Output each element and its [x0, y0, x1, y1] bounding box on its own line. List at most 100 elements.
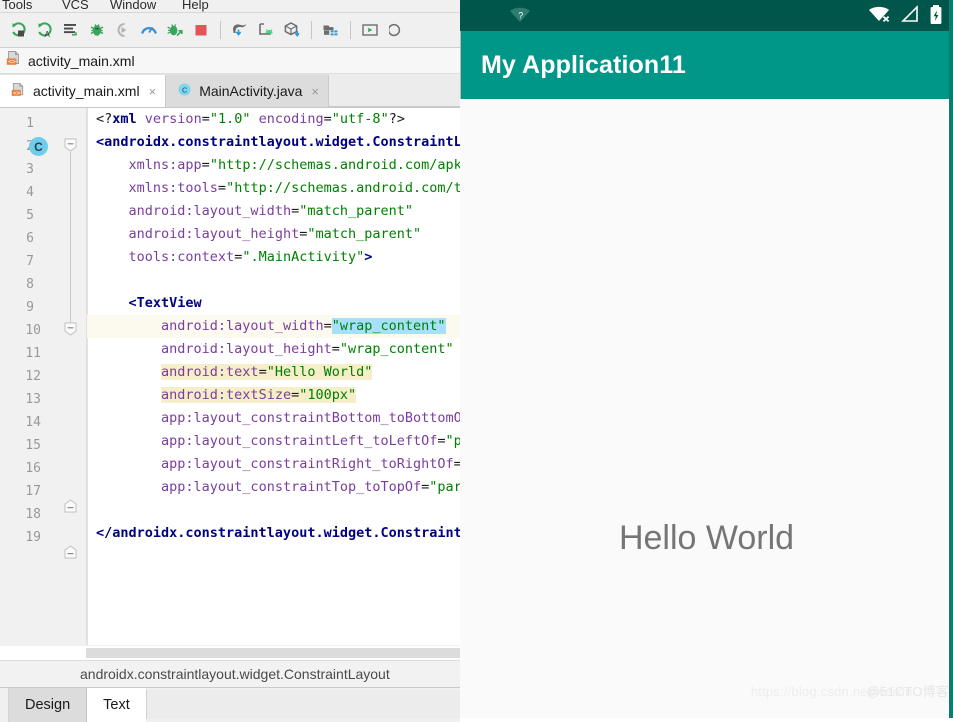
code-line[interactable]: app:layout_constraintLeft_toLeftOf="pare [87, 430, 460, 453]
run-with-coverage-button[interactable] [162, 17, 188, 43]
code-tokens: android:layout_height="match_parent" [129, 226, 422, 242]
java-class-icon: C [177, 82, 192, 100]
code-line[interactable] [87, 269, 460, 292]
code-line[interactable]: app:layout_constraintRight_toRightOf="pa [87, 453, 460, 476]
svg-text:<>: <> [13, 90, 21, 97]
code-token: = [201, 111, 210, 127]
code-token: version [144, 111, 202, 127]
hello-world-textview: Hello World [618, 519, 795, 557]
editor-tab-label: activity_main.xml [33, 83, 140, 99]
editor-gutter[interactable]: 1 2 3 4 5 6 7 8 9 10 11 12 13 14 15 16 1… [0, 108, 56, 645]
code-token: android:layout_height [161, 341, 332, 357]
fold-marker-line-17[interactable] [64, 499, 77, 513]
code-line[interactable]: app:layout_constraintBottom_toBottomOf=" [87, 407, 460, 430]
toolbar-separator-3 [350, 21, 351, 39]
line-number: 7 [26, 254, 34, 269]
code-token: encoding [258, 111, 324, 127]
svg-text:A: A [45, 30, 51, 39]
code-token: app:layout_constraintLeft_toLeftOf [161, 433, 438, 449]
menu-item-tools[interactable]: Tools [2, 0, 32, 11]
code-line[interactable]: </androidx.constraintlayout.widget.Const… [87, 522, 460, 545]
code-line[interactable]: <TextView [87, 292, 460, 315]
attach-debugger-button[interactable] [110, 17, 136, 43]
more-toolbar-button[interactable] [383, 17, 409, 43]
code-token: "wrap_content" [339, 341, 454, 357]
code-line[interactable]: android:layout_width="match_parent" [87, 200, 460, 223]
code-tokens: android:layout_width="match_parent" [129, 203, 414, 219]
fold-marker-line-2[interactable] [64, 138, 77, 152]
code-token: = [258, 364, 267, 380]
stop-button[interactable] [188, 17, 214, 43]
code-tokens: xmlns:tools="http://schemas.android.com/… [129, 180, 460, 196]
layout-inspector-button[interactable] [357, 17, 383, 43]
editor-tab-activity-main-xml[interactable]: <> activity_main.xml × [0, 75, 167, 107]
code-token: <TextView [128, 295, 202, 311]
editor-tab-bar: <> activity_main.xml × C MainActivity.ja… [0, 74, 460, 108]
sync-gradle-button[interactable] [227, 17, 253, 43]
editor-tab-mainactivity-java[interactable]: C MainActivity.java × [166, 75, 329, 107]
code-line[interactable]: <?xml version="1.0" encoding="utf-8"?> [87, 108, 460, 131]
line-number: 18 [25, 507, 41, 522]
run-button[interactable] [6, 17, 32, 43]
sdk-manager-button[interactable] [279, 17, 305, 43]
code-token: </androidx.constraintlayout.widget.Const… [96, 525, 460, 541]
close-icon[interactable]: × [311, 84, 319, 99]
project-structure-button[interactable] [318, 17, 344, 43]
svg-text:?: ? [518, 10, 523, 20]
profiler-button[interactable] [136, 17, 162, 43]
class-gutter-badge[interactable]: C [29, 137, 48, 156]
code-line[interactable]: xmlns:app="http://schemas.android.com/ap… [87, 154, 460, 177]
menu-item-window[interactable]: Window [110, 0, 156, 11]
editor-mode-tabs: Design Text [0, 687, 460, 722]
scrollbar-thumb[interactable] [86, 648, 460, 658]
avd-manager-button[interactable] [253, 17, 279, 43]
close-icon[interactable]: × [149, 84, 157, 99]
emulator-app-content[interactable]: Hello World https://blog.csdn.net/weixin… [460, 99, 953, 722]
code-token: "100px" [299, 387, 357, 403]
code-tokens: app:layout_constraintBottom_toBottomOf=" [161, 410, 460, 426]
line-number: 4 [26, 185, 34, 200]
tab-design[interactable]: Design [9, 688, 88, 722]
wifi-question-icon: ? [508, 5, 534, 30]
code-line[interactable]: android:text="Hello World" [87, 361, 460, 384]
line-number: 10 [25, 323, 41, 338]
code-line[interactable]: android:layout_height="wrap_content" [87, 338, 460, 361]
code-text-area[interactable]: <?xml version="1.0" encoding="utf-8"?> <a… [87, 108, 460, 645]
code-token: "http://schemas.android.com/apk/re [209, 157, 460, 173]
menu-bar[interactable]: Tools VCS Window Help [0, 0, 460, 13]
code-editor[interactable]: 1 2 3 4 5 6 7 8 9 10 11 12 13 14 15 16 1… [0, 108, 460, 645]
code-line[interactable]: <androidx.constraintlayout.widget.Constr… [87, 131, 460, 154]
breadcrumb[interactable]: <> activity_main.xml [0, 48, 460, 74]
fold-marker-line-19[interactable] [64, 545, 77, 559]
xml-file-icon: <> [11, 82, 26, 100]
debug-button[interactable] [84, 17, 110, 43]
editor-horizontal-scrollbar[interactable] [0, 645, 460, 660]
code-line[interactable]: android:layout_width="wrap_content" [87, 315, 460, 338]
menu-item-vcs[interactable]: VCS [62, 0, 89, 11]
code-token: tools:context [128, 249, 235, 265]
code-tokens: tools:context=".MainActivity"> [129, 249, 373, 265]
fold-marker-strip[interactable] [56, 108, 87, 645]
android-emulator-pane[interactable]: ? My Application11 Hello World https://b… [460, 0, 953, 722]
code-line[interactable] [87, 499, 460, 522]
code-token: android:layout_width [161, 318, 324, 334]
code-token: android:layout_width [128, 203, 292, 219]
code-line[interactable]: tools:context=".MainActivity"> [87, 246, 460, 269]
code-token: android:layout_height [128, 226, 300, 242]
apply-changes-button[interactable] [58, 17, 84, 43]
code-line[interactable]: app:layout_constraintTop_toTopOf="parent [87, 476, 460, 499]
emulator-right-edge [949, 0, 953, 722]
code-line[interactable]: xmlns:tools="http://schemas.android.com/… [87, 177, 460, 200]
line-number: 11 [25, 346, 41, 361]
tab-text[interactable]: Text [87, 688, 146, 722]
code-line[interactable]: android:textSize="100px" [87, 384, 460, 407]
code-token: "wrap_content" [331, 318, 446, 334]
code-line[interactable]: android:layout_height="match_parent" [87, 223, 460, 246]
rerun-button[interactable]: A [32, 17, 58, 43]
fold-marker-line-9[interactable] [64, 322, 77, 336]
menu-item-help[interactable]: Help [182, 0, 209, 11]
